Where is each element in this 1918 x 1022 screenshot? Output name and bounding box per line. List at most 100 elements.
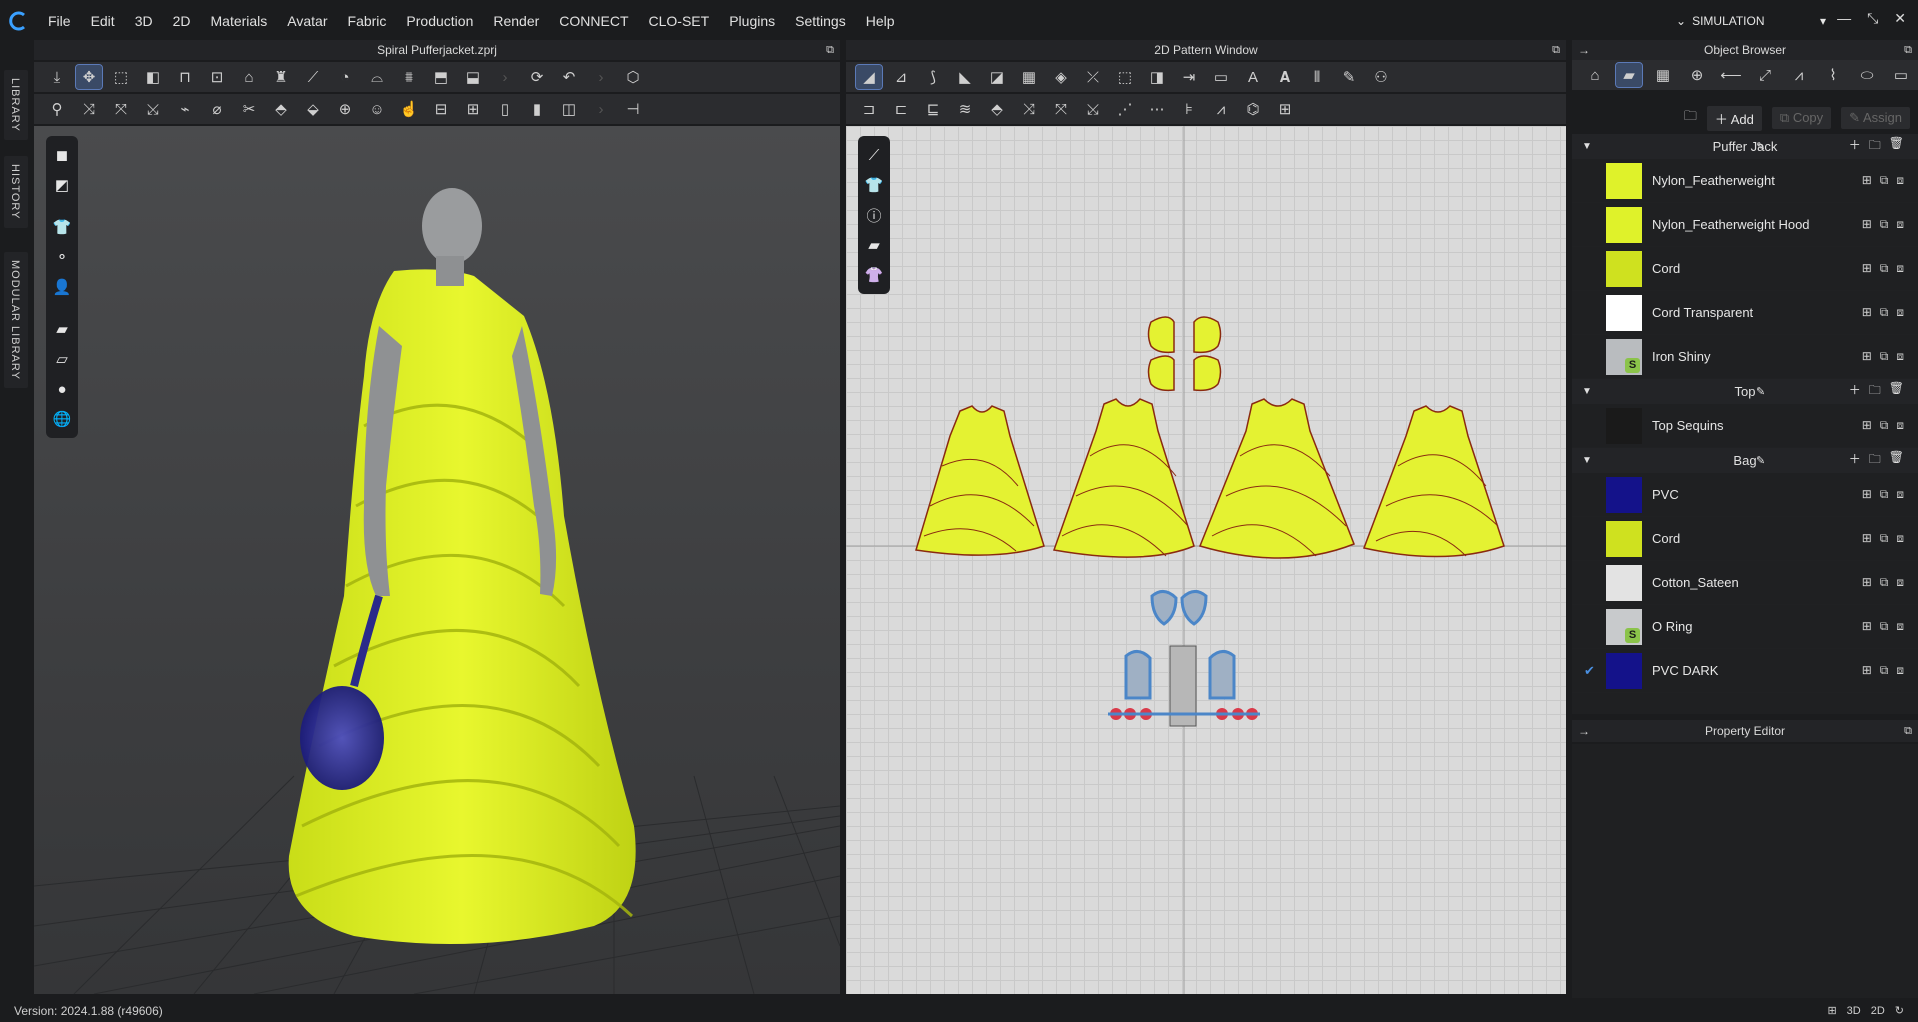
- simulation-mode-select[interactable]: ⌄ SIMULATION ▾: [1676, 10, 1826, 32]
- sew-free-icon[interactable]: ⤩: [1080, 97, 1106, 121]
- restore-icon[interactable]: ⤡: [1867, 10, 1878, 27]
- apply-icon[interactable]: ⊞: [1862, 305, 1872, 320]
- apply-icon[interactable]: ⊞: [1862, 261, 1872, 276]
- 3d-viewport[interactable]: ◼ ◩ 👕 ⚬ 👤 ▰ ▱ ● 🌐: [34, 126, 840, 994]
- skin-view-icon[interactable]: ●: [51, 378, 73, 400]
- sewing-multi-icon[interactable]: ⤧: [108, 97, 134, 121]
- panel-alt-icon[interactable]: ▮: [524, 97, 550, 121]
- measure-pattern-icon[interactable]: ⊧: [1176, 97, 1202, 121]
- more3-icon[interactable]: ›: [588, 97, 614, 121]
- menu-help[interactable]: Help: [856, 0, 905, 42]
- edit-pattern-icon[interactable]: ◢: [855, 64, 883, 90]
- tab-buttonhole-icon[interactable]: ⟵: [1718, 63, 1744, 87]
- menu-connect[interactable]: CONNECT: [549, 0, 638, 42]
- menu-settings[interactable]: Settings: [785, 0, 856, 42]
- duplicate-icon[interactable]: ⧈: [1896, 305, 1904, 320]
- apply-icon[interactable]: ⊞: [1862, 531, 1872, 546]
- more2-icon[interactable]: ›: [588, 65, 614, 89]
- transform-pattern-icon[interactable]: ⊿: [888, 65, 914, 89]
- line-tool-icon[interactable]: ⟋: [300, 65, 326, 89]
- duplicate-icon[interactable]: ⧈: [1896, 487, 1904, 502]
- menu-avatar[interactable]: Avatar: [277, 0, 337, 42]
- clo-logo-icon[interactable]: [0, 0, 38, 42]
- garment-icon[interactable]: ♜: [268, 65, 294, 89]
- tab-topstitch-icon[interactable]: ⤢: [1752, 63, 1778, 87]
- panel-icon[interactable]: ▯: [492, 97, 518, 121]
- measure-icon[interactable]: ◔: [332, 65, 358, 89]
- folder-icon[interactable]: 🗀: [1869, 381, 1881, 402]
- 2d-pattern-canvas[interactable]: ⟋ 👕 ⓘ ▰ 👚: [846, 126, 1566, 994]
- apply-icon[interactable]: ⊞: [1862, 173, 1872, 188]
- copy-icon[interactable]: ⧉: [1880, 305, 1889, 320]
- add-icon[interactable]: ＋: [1849, 136, 1861, 157]
- view-2d-icon[interactable]: 2D: [1871, 1000, 1885, 1022]
- close-icon[interactable]: ✕: [1894, 10, 1906, 27]
- texture-view-icon[interactable]: ▱: [51, 348, 73, 370]
- edit-curve-icon[interactable]: ⟆: [920, 65, 946, 89]
- menu-clo-set[interactable]: CLO-SET: [639, 0, 720, 42]
- fabric-row[interactable]: Cord Transparent ⊞ ⧉ ⧈: [1572, 291, 1918, 335]
- button-icon[interactable]: ⌁: [172, 97, 198, 121]
- ruler-icon[interactable]: ⊟: [428, 97, 454, 121]
- tab-library[interactable]: LIBRARY: [4, 70, 28, 140]
- minimize-icon[interactable]: —: [1837, 10, 1851, 27]
- menu-production[interactable]: Production: [396, 0, 483, 42]
- copy-button[interactable]: ⧉ Copy: [1771, 107, 1832, 129]
- zipper-icon[interactable]: ⩩: [396, 65, 422, 89]
- add-button[interactable]: ＋ Add: [1706, 105, 1762, 131]
- copy-icon[interactable]: ⧉: [1880, 663, 1889, 678]
- duplicate-icon[interactable]: ⧈: [1896, 173, 1904, 188]
- fabric-row[interactable]: Cord ⊞ ⧉ ⧈: [1572, 247, 1918, 291]
- fabric-pattern-icon[interactable]: ▰: [863, 234, 885, 256]
- duplicate-icon[interactable]: ⧈: [1896, 619, 1904, 634]
- trace-icon[interactable]: ⬚: [1112, 65, 1138, 89]
- fabric-swatch[interactable]: [1606, 407, 1642, 444]
- fabric-row[interactable]: S Iron Shiny ⊞ ⧉ ⧈: [1572, 335, 1918, 379]
- seam-alt-icon[interactable]: ⊏: [888, 97, 914, 121]
- tab-fabric-icon[interactable]: ▰: [1615, 62, 1643, 88]
- more-icon[interactable]: ›: [492, 65, 518, 89]
- rotate-icon[interactable]: ↶: [556, 65, 582, 89]
- tab-zipper-icon[interactable]: ⌇: [1820, 63, 1846, 87]
- tab-scene-icon[interactable]: ⌂: [1582, 63, 1608, 87]
- copy-icon[interactable]: ⧉: [1880, 217, 1889, 232]
- text-icon[interactable]: A: [1240, 65, 1266, 89]
- menu-2d[interactable]: 2D: [163, 0, 201, 42]
- duplicate-icon[interactable]: ⧈: [1896, 663, 1904, 678]
- sew-segment-icon[interactable]: ⤨: [1016, 97, 1042, 121]
- tab-button-icon[interactable]: ⊕: [1684, 63, 1710, 87]
- refresh-icon[interactable]: ↻: [1895, 1000, 1904, 1022]
- expand-arrow-icon[interactable]: ▼: [1582, 455, 1592, 466]
- cube-alt-icon[interactable]: ◩: [51, 174, 73, 196]
- undock-icon[interactable]: ⧉: [1904, 40, 1912, 60]
- edit-icon[interactable]: ✎: [1756, 385, 1765, 398]
- undock-icon[interactable]: ⧉: [1552, 40, 1560, 60]
- fabric-swatch[interactable]: [1606, 520, 1642, 557]
- hanger-icon[interactable]: ⟋: [863, 144, 885, 166]
- smile-icon[interactable]: ☺: [364, 97, 390, 121]
- tape-icon[interactable]: ▭: [1208, 65, 1234, 89]
- fabric-row[interactable]: Top Sequins ⊞ ⧉ ⧈: [1572, 404, 1918, 448]
- text-alt-icon[interactable]: 𝐀: [1272, 65, 1298, 89]
- fabric-swatch[interactable]: [1606, 652, 1642, 689]
- fabric-swatch[interactable]: [1606, 206, 1642, 243]
- internal-icon[interactable]: ◈: [1048, 65, 1074, 89]
- tab-modular-library[interactable]: MODULAR LIBRARY: [4, 252, 28, 388]
- fabric-row[interactable]: PVC ⊞ ⧉ ⧈: [1572, 473, 1918, 517]
- collapse-arrow-icon[interactable]: →: [1578, 40, 1590, 60]
- sewing-free-icon[interactable]: ⤩: [140, 97, 166, 121]
- menu-render[interactable]: Render: [483, 0, 549, 42]
- trim-icon[interactable]: ✂: [236, 97, 262, 121]
- shirt-alt-icon[interactable]: ⬓: [460, 65, 486, 89]
- cube-icon[interactable]: ◼: [51, 144, 73, 166]
- view-3d-icon[interactable]: 3D: [1847, 1000, 1861, 1022]
- layout-icon[interactable]: ◫: [556, 97, 582, 121]
- layout-2d-3d-icon[interactable]: ⊞: [1827, 1000, 1836, 1022]
- fabric-swatch[interactable]: [1606, 564, 1642, 601]
- stack-icon[interactable]: ≋: [952, 97, 978, 121]
- pin-box-icon[interactable]: ⌂: [236, 65, 262, 89]
- polygon-icon[interactable]: ◣: [952, 65, 978, 89]
- pattern-split-icon[interactable]: ◨: [1144, 65, 1170, 89]
- fabric-row[interactable]: Cotton_Sateen ⊞ ⧉ ⧈: [1572, 561, 1918, 605]
- pin-icon[interactable]: ⊡: [204, 65, 230, 89]
